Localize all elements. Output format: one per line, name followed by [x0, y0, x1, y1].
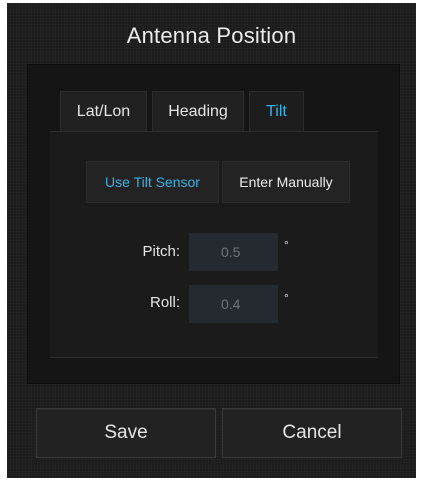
pitch-unit: °: [284, 238, 289, 252]
pitch-label: Pitch:: [142, 243, 180, 260]
roll-input[interactable]: [189, 285, 278, 323]
tab-lat-lon[interactable]: Lat/Lon: [60, 91, 147, 131]
roll-label: Roll:: [149, 294, 180, 311]
dialog-title: Antenna Position: [126, 23, 297, 48]
pitch-input[interactable]: [189, 233, 278, 271]
roll-unit: °: [284, 291, 289, 305]
save-button[interactable]: Save: [36, 408, 216, 458]
tab-heading[interactable]: Heading: [152, 91, 244, 131]
cancel-button[interactable]: Cancel: [222, 408, 402, 458]
enter-manually-button[interactable]: Enter Manually: [222, 161, 350, 203]
use-tilt-sensor-button[interactable]: Use Tilt Sensor: [86, 161, 219, 203]
tab-tilt[interactable]: Tilt: [249, 91, 304, 131]
